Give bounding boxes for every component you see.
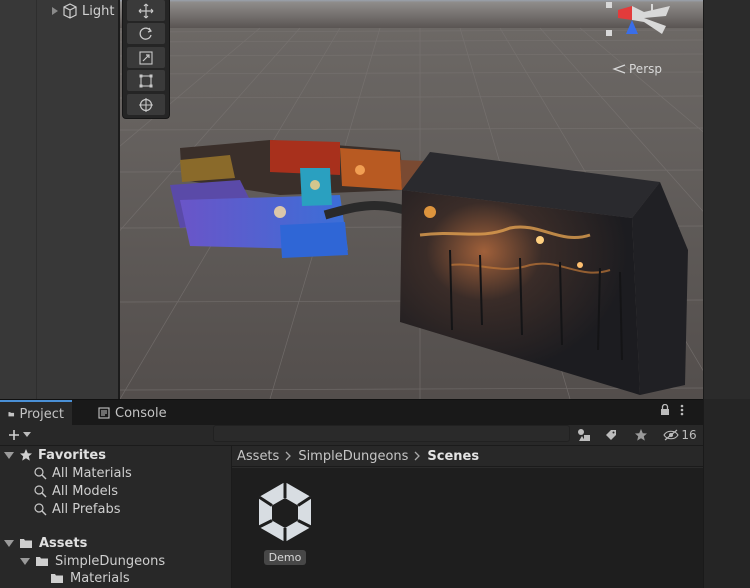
tag-icon: [606, 430, 616, 440]
collapse-arrow-icon[interactable]: [20, 557, 30, 565]
favorite-label: All Models: [52, 483, 119, 499]
rotate-tool-button[interactable]: [127, 23, 165, 44]
star-icon: [20, 449, 32, 461]
inspector-edge: [703, 0, 750, 399]
hierarchy-item-light[interactable]: Light: [52, 2, 114, 20]
filter-by-type-button[interactable]: [573, 426, 595, 444]
hierarchy-panel: Light: [0, 0, 118, 399]
bottom-tab-bar: Project Console: [0, 399, 703, 426]
filter-by-label-button[interactable]: [600, 426, 622, 444]
create-button[interactable]: [4, 426, 34, 444]
expand-arrow-icon[interactable]: [52, 7, 58, 15]
transform-tool-button[interactable]: [127, 94, 165, 115]
asset-label: Demo: [263, 550, 307, 565]
scale-tool-button[interactable]: [127, 47, 165, 68]
folder-label: Materials: [70, 570, 130, 586]
rect-tool-button[interactable]: [127, 70, 165, 91]
folder-icon: [8, 412, 15, 417]
scene-view[interactable]: [118, 0, 705, 399]
perspective-icon: [612, 64, 626, 74]
asset-demo-scene[interactable]: Demo: [255, 480, 315, 572]
chevron-right-icon: [414, 451, 421, 461]
transform-gizmo-icon: [139, 97, 153, 112]
folder-open-icon: [20, 539, 32, 548]
folder-label: SimpleDungeons: [55, 553, 166, 569]
tab-label: Console: [115, 405, 167, 421]
breadcrumb-simpledungeons[interactable]: SimpleDungeons: [298, 449, 408, 464]
scene-tools-toolbar: [122, 0, 170, 119]
star-icon: [635, 429, 647, 441]
favorite-all-models[interactable]: All Models: [34, 482, 118, 500]
favorite-search-button[interactable]: [630, 426, 652, 444]
breadcrumb-scenes[interactable]: Scenes: [427, 449, 479, 464]
collapse-arrow-icon[interactable]: [4, 451, 14, 459]
projection-toggle[interactable]: Persp: [612, 61, 662, 77]
move-tool-button[interactable]: [127, 0, 165, 21]
chevron-right-icon: [285, 451, 292, 461]
plus-icon: [8, 430, 19, 440]
axis-gizmo-icon: [606, 2, 670, 36]
shapes-filter-icon: [578, 429, 590, 441]
tab-bar-actions: [660, 404, 684, 416]
favorite-all-prefabs[interactable]: All Prefabs: [34, 500, 121, 518]
hidden-packages-toggle[interactable]: 16: [660, 426, 700, 444]
folder-materials[interactable]: Materials: [50, 569, 130, 587]
favorites-header[interactable]: Favorites: [4, 446, 106, 464]
gameobject-cube-icon: [63, 3, 77, 19]
hidden-count: 16: [681, 428, 697, 442]
scale-icon: [139, 50, 153, 65]
assets-label: Assets: [39, 535, 88, 551]
collapse-arrow-icon[interactable]: [4, 539, 14, 547]
folder-icon: [51, 574, 63, 583]
folder-simpledungeons[interactable]: SimpleDungeons: [20, 552, 165, 570]
tab-project[interactable]: Project: [0, 400, 72, 426]
console-icon: [98, 407, 110, 419]
scene-viewport[interactable]: [120, 0, 705, 399]
tab-console[interactable]: Console: [90, 400, 175, 426]
assets-root[interactable]: Assets: [4, 534, 87, 552]
search-icon: [34, 484, 47, 497]
kebab-menu-icon[interactable]: [680, 404, 684, 416]
unity-scene-icon: [258, 482, 312, 542]
inspector-edge-bottom: [703, 399, 750, 588]
rect-transform-icon: [139, 74, 153, 87]
search-icon: [34, 466, 47, 479]
orientation-gizmo[interactable]: [604, 0, 676, 42]
search-input[interactable]: [213, 425, 570, 442]
rotate-icon: [139, 26, 152, 40]
favorites-label: Favorites: [38, 447, 106, 463]
dropdown-arrow-icon: [22, 432, 31, 437]
hierarchy-item-label: Light: [82, 3, 115, 19]
eye-slash-icon: [663, 429, 680, 441]
search-icon: [34, 502, 47, 515]
lock-icon[interactable]: [660, 404, 670, 416]
folder-open-icon: [36, 557, 48, 566]
projection-label: Persp: [629, 62, 662, 76]
breadcrumb-assets[interactable]: Assets: [237, 449, 279, 464]
move-arrows-icon: [138, 3, 154, 18]
favorite-label: All Prefabs: [52, 501, 121, 517]
tab-label: Project: [19, 406, 64, 422]
project-folder-tree: Favorites All Materials All Models All P…: [0, 446, 232, 588]
favorite-all-materials[interactable]: All Materials: [34, 464, 132, 482]
breadcrumb: Assets SimpleDungeons Scenes: [232, 446, 703, 467]
favorite-label: All Materials: [52, 465, 132, 481]
